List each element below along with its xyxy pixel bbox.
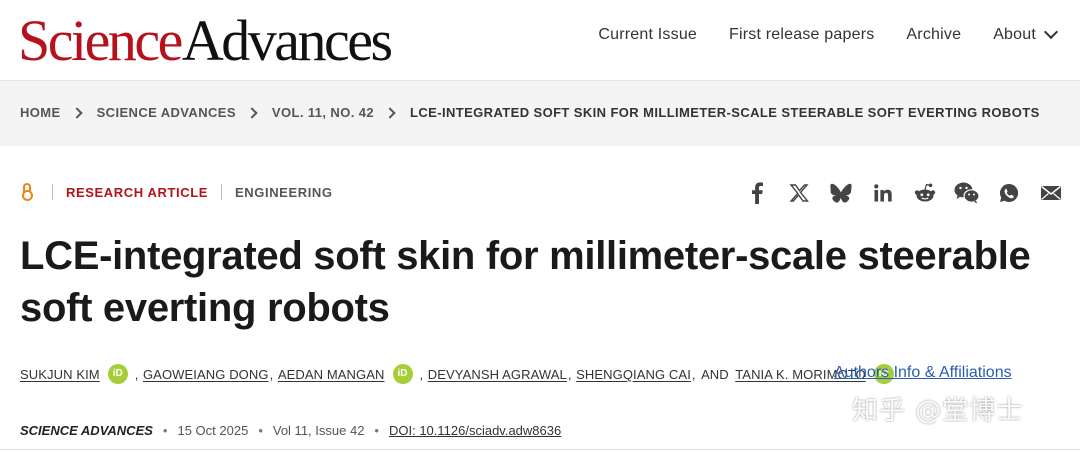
nav-archive[interactable]: Archive — [906, 26, 961, 44]
breadcrumb-volume[interactable]: VOL. 11, NO. 42 — [272, 105, 374, 120]
author-and: AND — [701, 366, 729, 382]
main-nav: Current Issue First release papers Archi… — [598, 24, 1059, 44]
zhihu-watermark: 知乎 @堂博士 — [852, 396, 1024, 426]
orcid-icon[interactable]: iD — [107, 364, 128, 384]
breadcrumb: HOME SCIENCE ADVANCES VOL. 11, NO. 42 LC… — [20, 105, 1040, 120]
whatsapp-icon[interactable] — [988, 180, 1030, 206]
open-access-icon — [20, 182, 34, 202]
share-toolbar — [736, 180, 1072, 206]
chevron-right-icon — [70, 106, 83, 119]
orcid-icon[interactable]: iD — [392, 364, 413, 384]
science-advances-logo[interactable]: Science Advances — [18, 6, 393, 76]
title-line-1: LCE-integrated soft skin for millimeter-… — [20, 234, 1031, 278]
logo-science: Science — [18, 8, 183, 73]
article-title: LCE-integrated soft skin for millimeter-… — [20, 230, 1070, 334]
article-meta: RESEARCH ARTICLE ENGINEERING — [20, 182, 333, 202]
authors-info-affiliations-link[interactable]: Authors Info & Affiliations — [834, 364, 1012, 382]
email-icon[interactable] — [1030, 180, 1072, 206]
chevron-right-icon — [246, 106, 258, 119]
chevron-right-icon — [384, 106, 396, 119]
logo-advances: Advances — [181, 8, 393, 73]
author-link[interactable]: SUKJUN KIM — [20, 367, 100, 382]
journal-name[interactable]: SCIENCE ADVANCES — [20, 423, 153, 438]
nav-about[interactable]: About — [993, 24, 1059, 44]
linkedin-icon[interactable] — [862, 180, 904, 206]
author-link[interactable]: SHENGQIANG CAI — [576, 367, 691, 382]
publication-date: 15 Oct 2025 — [177, 423, 249, 438]
article-subject[interactable]: ENGINEERING — [235, 185, 333, 200]
divider — [221, 184, 223, 200]
breadcrumb-current-article: LCE-INTEGRATED SOFT SKIN FOR MILLIMETER-… — [410, 105, 1040, 120]
site-header: Science Advances Current Issue First rel… — [0, 0, 1080, 80]
volume-issue[interactable]: Vol 11, Issue 42 — [273, 423, 365, 438]
facebook-icon[interactable] — [736, 180, 778, 206]
breadcrumb-bar: HOME SCIENCE ADVANCES VOL. 11, NO. 42 LC… — [0, 80, 1080, 146]
author-list: SUKJUN KIM iD , GAOWEIANG DONG , AEDAN M… — [20, 364, 900, 384]
author-link[interactable]: AEDAN MANGAN — [278, 367, 385, 382]
reddit-icon[interactable] — [904, 180, 946, 206]
chevron-down-icon — [1043, 24, 1059, 40]
wechat-icon[interactable] — [946, 180, 988, 206]
citation-line: SCIENCE ADVANCES • 15 Oct 2025 • Vol 11,… — [20, 423, 562, 438]
doi-link[interactable]: DOI: 10.1126/sciadv.adw8636 — [389, 423, 561, 438]
bluesky-icon[interactable] — [820, 180, 862, 206]
title-line-2: soft everting robots — [20, 286, 390, 330]
divider — [0, 449, 1080, 450]
divider — [52, 184, 53, 200]
x-icon[interactable] — [778, 180, 820, 206]
author-link[interactable]: DEVYANSH AGRAWAL — [428, 367, 567, 382]
article-type[interactable]: RESEARCH ARTICLE — [66, 185, 208, 200]
author-link[interactable]: GAOWEIANG DONG — [143, 367, 269, 382]
breadcrumb-science-advances[interactable]: SCIENCE ADVANCES — [97, 105, 236, 120]
breadcrumb-home[interactable]: HOME — [20, 105, 61, 120]
nav-current-issue[interactable]: Current Issue — [598, 26, 697, 44]
nav-first-release-papers[interactable]: First release papers — [729, 26, 874, 44]
